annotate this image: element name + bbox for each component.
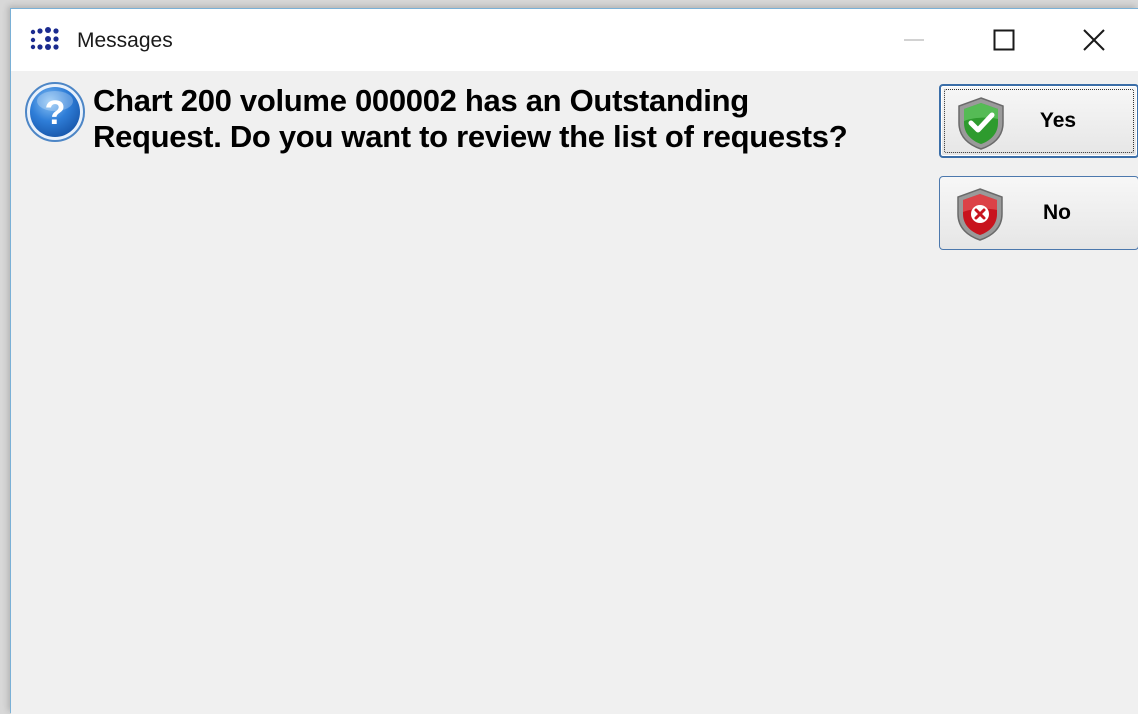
minimize-icon	[904, 39, 924, 41]
window-title: Messages	[77, 29, 173, 52]
yes-button-label: Yes	[1039, 109, 1077, 132]
maximize-icon	[993, 29, 1015, 51]
messages-window: Messages ? Chart 200 volume 000002 has a…	[10, 8, 1138, 714]
minimize-button[interactable]	[869, 9, 959, 71]
shield-check-icon	[958, 97, 1004, 150]
no-button-label: No	[1043, 201, 1071, 224]
app-dots-icon	[30, 27, 59, 50]
shield-x-icon	[957, 188, 1003, 241]
dialog-message: Chart 200 volume 000002 has an Outstandi…	[93, 83, 848, 154]
yes-button[interactable]: Yes	[939, 84, 1138, 158]
title-bar[interactable]: Messages	[11, 9, 1138, 71]
dialog-body: ? Chart 200 volume 000002 has an Outstan…	[11, 71, 1138, 714]
question-icon: ?	[25, 82, 85, 142]
maximize-button[interactable]	[959, 9, 1049, 71]
close-icon	[1083, 29, 1105, 51]
close-button[interactable]	[1049, 9, 1138, 71]
no-button[interactable]: No	[939, 176, 1138, 250]
svg-text:?: ?	[45, 94, 66, 132]
